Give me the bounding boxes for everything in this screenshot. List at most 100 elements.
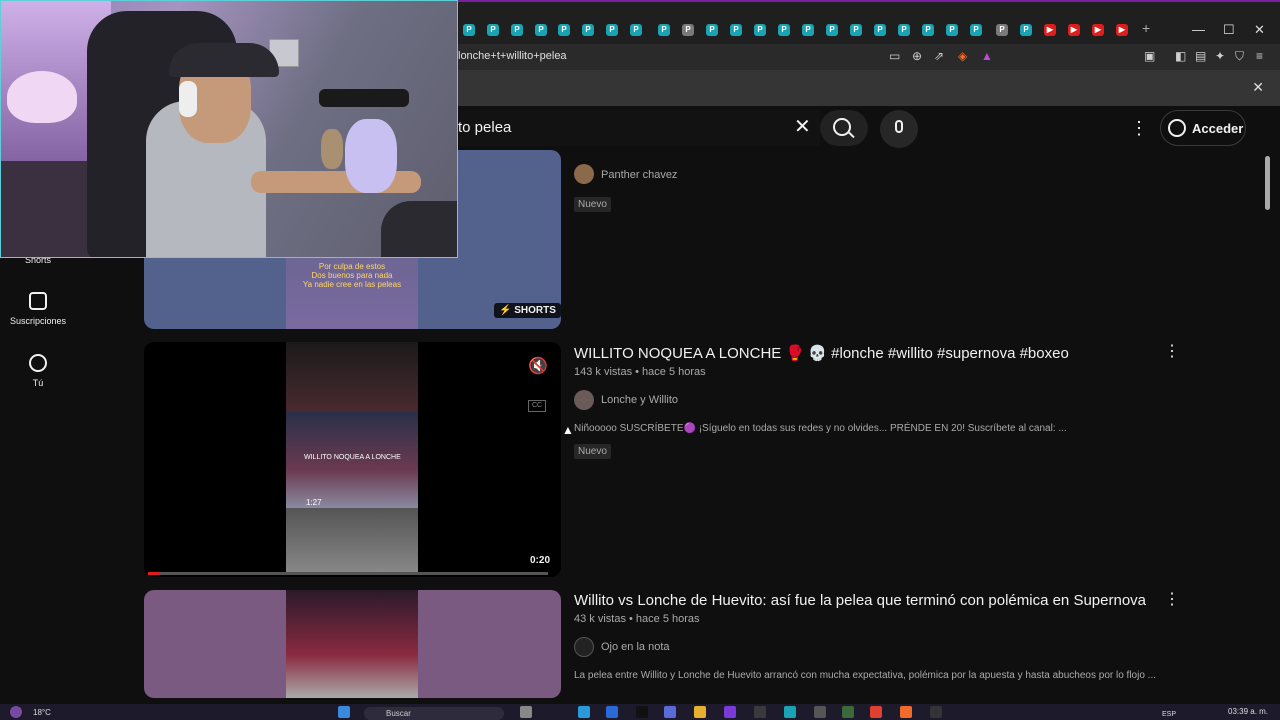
vpn-icon[interactable]: ⛉ <box>1235 49 1244 64</box>
tab-favicon[interactable]: P <box>682 24 694 36</box>
caption-line: Ya nadie cree en las peleas <box>302 280 402 289</box>
app-icon[interactable] <box>930 706 942 718</box>
tab-favicon[interactable]: P <box>463 24 475 36</box>
weather-label[interactable]: 18°C <box>33 708 51 717</box>
avatar[interactable] <box>574 390 594 410</box>
screen-icon[interactable]: ▭ <box>889 49 900 63</box>
tab-favicon[interactable]: P <box>730 24 742 36</box>
app-icon[interactable] <box>842 706 854 718</box>
close-window-button[interactable]: ✕ <box>1254 22 1265 38</box>
tab-favicon[interactable]: P <box>946 24 958 36</box>
tab-favicon[interactable]: P <box>630 24 642 36</box>
leo-icon[interactable]: ✦ <box>1215 49 1225 63</box>
more-actions-icon[interactable]: ⋮ <box>1164 341 1180 361</box>
tab-favicon[interactable]: P <box>996 24 1008 36</box>
youtube-tab-icon[interactable]: ▶ <box>1092 24 1104 36</box>
new-badge: Nuevo <box>574 444 611 459</box>
minimize-button[interactable]: — <box>1192 22 1205 37</box>
more-actions-icon[interactable]: ⋮ <box>1164 589 1180 609</box>
subscriptions-icon <box>29 292 47 310</box>
tab-favicon[interactable]: P <box>802 24 814 36</box>
webcam-overlay <box>0 0 458 258</box>
tab-favicon[interactable]: P <box>487 24 499 36</box>
account-icon[interactable] <box>1168 119 1186 137</box>
wallet-icon[interactable]: ▤ <box>1195 49 1206 63</box>
start-icon[interactable] <box>338 706 350 718</box>
language-indicator[interactable]: ESP <box>1162 711 1176 718</box>
search-icon[interactable] <box>833 118 851 136</box>
task-view-icon[interactable] <box>520 706 532 718</box>
maximize-button[interactable]: ☐ <box>1223 22 1235 38</box>
taskbar-search-label[interactable]: Buscar <box>386 709 411 718</box>
youtube-tab-icon[interactable]: ▶ <box>1044 24 1056 36</box>
preview-bottom <box>286 508 418 574</box>
tab-favicon[interactable]: P <box>535 24 547 36</box>
sidebar-label: Suscripciones <box>9 316 67 326</box>
tab-favicon[interactable]: P <box>511 24 523 36</box>
share-icon[interactable]: ⇗ <box>934 49 944 63</box>
tab-favicon[interactable]: P <box>1020 24 1032 36</box>
avatar[interactable] <box>574 164 594 184</box>
url-text[interactable]: lonche+t+willito+pelea <box>458 50 567 62</box>
mute-icon[interactable]: 🔇 <box>528 356 548 376</box>
tab-favicon[interactable]: P <box>754 24 766 36</box>
shorts-icon: ⚡ <box>499 305 512 316</box>
tab-favicon[interactable]: P <box>558 24 570 36</box>
folder-icon[interactable] <box>694 706 706 718</box>
sidebar-toggle-icon[interactable]: ◧ <box>1175 49 1186 63</box>
sidebar-item-subscriptions[interactable]: Suscripciones <box>0 292 76 326</box>
tab-favicon[interactable]: P <box>778 24 790 36</box>
app-icon[interactable] <box>724 706 736 718</box>
tab-favicon[interactable]: P <box>898 24 910 36</box>
video-title[interactable]: Willito vs Lonche de Huevito: así fue la… <box>574 592 1146 609</box>
tab-favicon[interactable]: P <box>826 24 838 36</box>
tab-favicon[interactable]: P <box>874 24 886 36</box>
app-icon[interactable] <box>664 706 676 718</box>
weather-icon[interactable] <box>10 706 22 718</box>
clock[interactable]: 03:39 a. m. <box>1228 707 1268 716</box>
channel-name[interactable]: Ojo en la nota <box>601 641 670 653</box>
tab-favicon[interactable]: P <box>606 24 618 36</box>
app-icon[interactable] <box>754 706 766 718</box>
signin-label[interactable]: Acceder <box>1192 121 1243 136</box>
close-icon[interactable]: ✕ <box>1252 79 1264 96</box>
new-tab-button[interactable]: + <box>1142 20 1150 36</box>
progress-track[interactable] <box>148 572 548 575</box>
app-icon[interactable] <box>870 706 882 718</box>
channel-name[interactable]: Panther chavez <box>601 169 677 181</box>
reader-icon[interactable]: ▣ <box>1144 49 1155 63</box>
search-query-text[interactable]: to pelea <box>458 119 511 136</box>
app-icon[interactable] <box>578 706 590 718</box>
video-thumbnail[interactable] <box>144 590 561 698</box>
video-preview[interactable]: WILLITO NOQUEA A LONCHE 1:27 🔇 CC 0:20 <box>144 342 561 577</box>
tab-favicon[interactable]: P <box>658 24 670 36</box>
video-description: La pelea entre Willito y Lonche de Huevi… <box>574 670 1157 681</box>
captions-icon[interactable]: CC <box>528 400 546 412</box>
clear-search-icon[interactable]: ✕ <box>794 114 811 139</box>
avatar[interactable] <box>574 637 594 657</box>
tab-favicon[interactable]: P <box>706 24 718 36</box>
app-icon[interactable] <box>814 706 826 718</box>
youtube-tab-icon[interactable]: ▶ <box>1068 24 1080 36</box>
taskbar-search[interactable] <box>364 707 504 720</box>
more-options-icon[interactable]: ⋮ <box>1130 118 1148 139</box>
scrollbar-thumb[interactable] <box>1265 156 1270 210</box>
sidebar-item-you[interactable]: Tú <box>0 354 76 388</box>
tab-favicon[interactable]: P <box>922 24 934 36</box>
tiktok-icon[interactable] <box>636 706 648 718</box>
channel-name[interactable]: Lonche y Willito <box>601 394 678 406</box>
tab-favicon[interactable]: P <box>850 24 862 36</box>
video-title[interactable]: WILLITO NOQUEA A LONCHE 🥊 💀 #lonche #wil… <box>574 344 1069 362</box>
brave-icon[interactable] <box>900 706 912 718</box>
brave-shield-icon[interactable]: ◈ <box>958 49 967 63</box>
tab-favicon[interactable]: P <box>582 24 594 36</box>
tab-favicon[interactable]: P <box>970 24 982 36</box>
app-icon[interactable] <box>784 706 796 718</box>
app-icon[interactable] <box>606 706 618 718</box>
menu-icon[interactable]: ≡ <box>1256 49 1263 63</box>
zoom-icon[interactable]: ⊕ <box>912 49 922 63</box>
microphone-icon[interactable] <box>895 120 903 133</box>
scrollbar[interactable] <box>1262 150 1280 700</box>
youtube-tab-icon[interactable]: ▶ <box>1116 24 1128 36</box>
rewards-icon[interactable]: ▲ <box>981 49 993 63</box>
